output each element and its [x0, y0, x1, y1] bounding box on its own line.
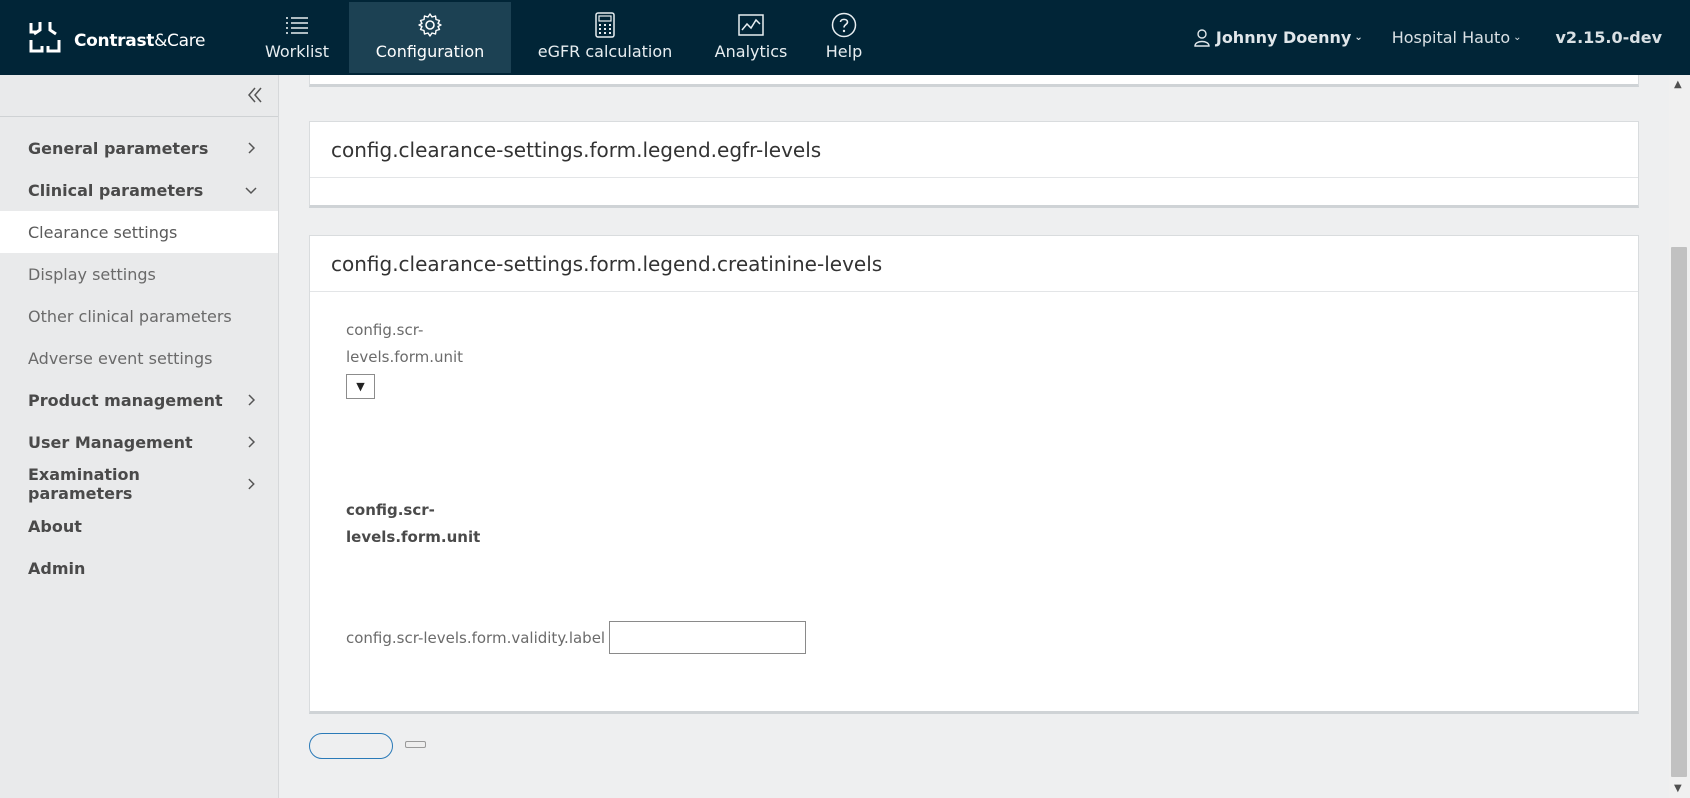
contrast-care-logo-icon [28, 20, 62, 54]
creatinine-levels-card: config.clearance-settings.form.legend.cr… [309, 235, 1639, 714]
sidebar: General parameters Clinical parameters C… [0, 75, 279, 798]
main-nav: Worklist Configuration eGFR calculation … [245, 2, 885, 73]
sidebar-item-admin[interactable]: Admin [0, 547, 278, 589]
cancel-button[interactable] [405, 741, 426, 748]
sidebar-collapse-row [0, 75, 278, 117]
chevron-down-icon: ⌄ [1513, 32, 1522, 43]
nav-egfr-calculation[interactable]: eGFR calculation [511, 2, 699, 73]
collapse-sidebar-icon[interactable] [244, 84, 266, 106]
scrollbar-thumb[interactable] [1671, 247, 1687, 777]
sidebar-item-examination-parameters[interactable]: Examination parameters [0, 463, 278, 505]
hospital-name: Hospital Hauto [1391, 28, 1511, 47]
sidebar-menu: General parameters Clinical parameters C… [0, 127, 278, 589]
user-menu[interactable]: Johnny Doenny ⌄ [1194, 28, 1363, 47]
unit-field-label: config.scr- levels.form.unit [346, 321, 464, 366]
save-button[interactable] [309, 733, 393, 759]
sidebar-item-display-settings[interactable]: Display settings [0, 253, 278, 295]
sidebar-item-other-clinical-parameters[interactable]: Other clinical parameters [0, 295, 278, 337]
chevron-right-icon [248, 478, 256, 490]
sidebar-item-clinical-parameters[interactable]: Clinical parameters [0, 169, 278, 211]
hospital-menu[interactable]: Hospital Hauto ⌄ [1392, 28, 1522, 47]
scroll-down-arrow-icon[interactable]: ▼ [1674, 783, 1682, 794]
chevron-right-icon [248, 436, 256, 448]
help-icon [831, 12, 857, 38]
nav-worklist[interactable]: Worklist [245, 2, 349, 73]
nav-configuration[interactable]: Configuration [349, 2, 511, 73]
top-header: Contrast&Care Worklist Configuration eGF… [0, 0, 1690, 75]
chart-icon [738, 12, 764, 38]
sidebar-item-product-management[interactable]: Product management [0, 379, 278, 421]
page-scrollbar[interactable]: ▲ ▼ [1669, 75, 1690, 798]
brand-name: Contrast&Care [74, 31, 206, 51]
list-icon [284, 12, 310, 38]
validity-input[interactable] [609, 621, 807, 654]
unit-heading: config.scr- levels.form.unit [346, 501, 481, 546]
chevron-down-icon: ⌄ [1354, 32, 1363, 43]
egfr-levels-legend: config.clearance-settings.form.legend.eg… [310, 122, 1638, 178]
nav-help[interactable]: Help [803, 2, 885, 73]
validity-label: config.scr-levels.form.validity.label [346, 628, 606, 647]
creatinine-levels-legend: config.clearance-settings.form.legend.cr… [310, 236, 1638, 292]
nav-analytics[interactable]: Analytics [699, 2, 803, 73]
chevron-down-icon [245, 187, 257, 195]
validity-row: config.scr-levels.form.validity.label [346, 621, 807, 654]
user-icon [1194, 28, 1210, 47]
chevron-right-icon [248, 394, 256, 406]
gear-icon [417, 12, 443, 38]
calculator-icon [592, 12, 618, 38]
sidebar-item-adverse-event-settings[interactable]: Adverse event settings [0, 337, 278, 379]
previous-card-bottom [309, 75, 1639, 87]
sidebar-item-general-parameters[interactable]: General parameters [0, 127, 278, 169]
scroll-up-arrow-icon[interactable]: ▲ [1674, 79, 1682, 90]
sidebar-item-about[interactable]: About [0, 505, 278, 547]
unit-select[interactable]: ▼ [346, 374, 375, 399]
user-name: Johnny Doenny [1215, 28, 1352, 47]
main-content: config.clearance-settings.form.legend.eg… [279, 75, 1669, 798]
egfr-levels-card: config.clearance-settings.form.legend.eg… [309, 121, 1639, 208]
brand-logo[interactable]: Contrast&Care [28, 20, 206, 54]
app-version: v2.15.0-dev [1555, 28, 1663, 47]
sidebar-item-clearance-settings[interactable]: Clearance settings [0, 211, 278, 253]
sidebar-item-user-management[interactable]: User Management [0, 421, 278, 463]
chevron-right-icon [248, 142, 256, 154]
header-right: Johnny Doenny ⌄ Hospital Hauto ⌄ v2.15.0… [1194, 0, 1690, 75]
